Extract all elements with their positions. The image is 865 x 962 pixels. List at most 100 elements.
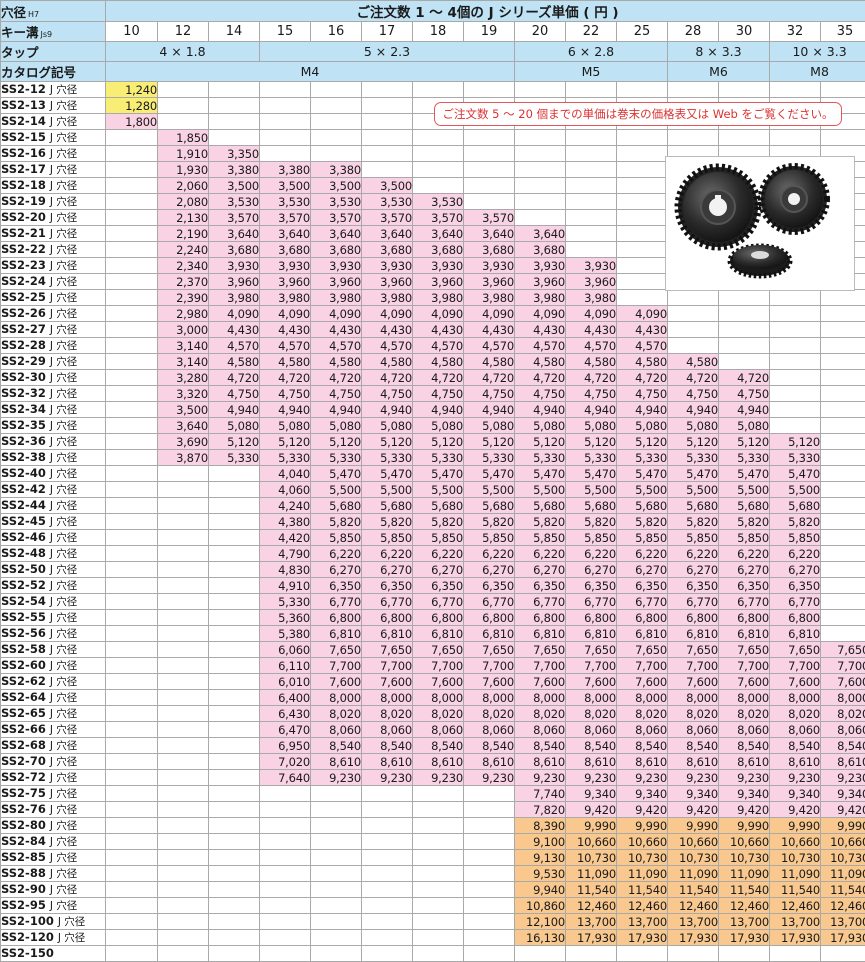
catalog-code-cell: SS2-19 J 穴径 bbox=[1, 194, 106, 210]
empty-cell bbox=[209, 642, 260, 658]
price-cell: 7,650 bbox=[770, 642, 821, 658]
empty-cell bbox=[464, 802, 515, 818]
catalog-suffix: J 穴径 bbox=[50, 372, 77, 384]
catalog-suffix: J 穴径 bbox=[50, 564, 77, 576]
catalog-code: SS2-16 bbox=[1, 146, 46, 160]
price-cell: 5,330 bbox=[515, 450, 566, 466]
price-cell: 6,770 bbox=[362, 594, 413, 610]
price-cell: 8,000 bbox=[566, 690, 617, 706]
price-cell: 7,700 bbox=[362, 658, 413, 674]
price-cell: 4,940 bbox=[311, 402, 362, 418]
empty-cell bbox=[311, 914, 362, 930]
empty-cell bbox=[566, 146, 617, 162]
empty-cell bbox=[106, 290, 158, 306]
tap-size-header: M4 bbox=[106, 62, 515, 82]
catalog-code: SS2-21 bbox=[1, 226, 46, 240]
price-cell: 3,570 bbox=[362, 210, 413, 226]
price-cell: 11,540 bbox=[719, 882, 770, 898]
table-row: SS2-45 J 穴径4,3805,8205,8205,8205,8205,82… bbox=[1, 514, 865, 530]
catalog-code-cell: SS2-55 J 穴径 bbox=[1, 610, 106, 626]
price-cell: 10,660 bbox=[770, 834, 821, 850]
catalog-suffix: J 穴径 bbox=[50, 644, 77, 656]
price-cell: 4,940 bbox=[260, 402, 311, 418]
empty-cell bbox=[362, 898, 413, 914]
price-cell: 11,540 bbox=[821, 882, 865, 898]
catalog-code-cell: SS2-54 J 穴径 bbox=[1, 594, 106, 610]
empty-cell bbox=[106, 306, 158, 322]
empty-cell bbox=[158, 610, 209, 626]
price-cell: 3,980 bbox=[260, 290, 311, 306]
price-cell: 7,700 bbox=[821, 658, 865, 674]
price-cell: 3,980 bbox=[413, 290, 464, 306]
empty-cell bbox=[209, 482, 260, 498]
empty-cell bbox=[209, 946, 260, 962]
empty-cell bbox=[209, 914, 260, 930]
bore-label-cell: 穴径H7 bbox=[1, 1, 106, 22]
empty-cell bbox=[260, 882, 311, 898]
price-cell: 8,540 bbox=[311, 738, 362, 754]
price-cell: 7,700 bbox=[464, 658, 515, 674]
empty-cell bbox=[464, 130, 515, 146]
catalog-suffix: J 穴径 bbox=[50, 244, 77, 256]
empty-cell bbox=[158, 98, 209, 114]
price-cell: 5,820 bbox=[617, 514, 668, 530]
price-cell: 6,060 bbox=[260, 642, 311, 658]
price-cell: 2,190 bbox=[158, 226, 209, 242]
empty-cell bbox=[158, 866, 209, 882]
empty-cell bbox=[106, 642, 158, 658]
table-row: SS2-55 J 穴径5,3606,8006,8006,8006,8006,80… bbox=[1, 610, 865, 626]
table-row: SS2-32 J 穴径3,3204,7504,7504,7504,7504,75… bbox=[1, 386, 865, 402]
empty-cell bbox=[668, 946, 719, 962]
price-cell: 4,750 bbox=[209, 386, 260, 402]
price-cell: 5,500 bbox=[464, 482, 515, 498]
table-row: SS2-15 J 穴径1,850 bbox=[1, 130, 865, 146]
catalog-suffix: J 穴径 bbox=[50, 196, 77, 208]
price-cell: 4,750 bbox=[719, 386, 770, 402]
price-cell: 6,800 bbox=[617, 610, 668, 626]
catalog-code: SS2-40 bbox=[1, 466, 46, 480]
price-cell: 3,570 bbox=[311, 210, 362, 226]
empty-cell bbox=[821, 322, 865, 338]
price-cell: 6,770 bbox=[311, 594, 362, 610]
empty-cell bbox=[668, 306, 719, 322]
price-cell: 7,650 bbox=[413, 642, 464, 658]
empty-cell bbox=[106, 786, 158, 802]
empty-cell bbox=[209, 722, 260, 738]
table-row: SS2-75 J 穴径7,7409,3409,3409,3409,3409,34… bbox=[1, 786, 865, 802]
table-row: SS2-28 J 穴径3,1404,5704,5704,5704,5704,57… bbox=[1, 338, 865, 354]
catalog-suffix: J 穴径 bbox=[58, 932, 85, 944]
price-cell: 5,380 bbox=[260, 626, 311, 642]
price-cell: 4,720 bbox=[464, 370, 515, 386]
empty-cell bbox=[821, 514, 865, 530]
empty-cell bbox=[617, 146, 668, 162]
price-cell: 6,800 bbox=[770, 610, 821, 626]
empty-cell bbox=[719, 354, 770, 370]
price-cell: 3,500 bbox=[158, 402, 209, 418]
catalog-suffix: J 穴径 bbox=[50, 260, 77, 272]
empty-cell bbox=[209, 82, 260, 98]
price-cell: 5,120 bbox=[668, 434, 719, 450]
empty-cell bbox=[158, 530, 209, 546]
price-cell: 4,790 bbox=[260, 546, 311, 562]
empty-cell bbox=[209, 610, 260, 626]
price-cell: 8,000 bbox=[413, 690, 464, 706]
catalog-suffix: J 穴径 bbox=[50, 884, 77, 896]
catalog-suffix: J 穴径 bbox=[50, 84, 77, 96]
price-cell: 5,500 bbox=[719, 482, 770, 498]
table-row: SS2-64 J 穴径6,4008,0008,0008,0008,0008,00… bbox=[1, 690, 865, 706]
price-cell: 3,930 bbox=[362, 258, 413, 274]
price-cell: 4,570 bbox=[413, 338, 464, 354]
price-cell: 10,730 bbox=[770, 850, 821, 866]
price-cell: 6,110 bbox=[260, 658, 311, 674]
price-cell: 8,610 bbox=[311, 754, 362, 770]
empty-cell bbox=[106, 146, 158, 162]
price-cell: 13,700 bbox=[821, 914, 865, 930]
small-gear-icon bbox=[730, 245, 790, 276]
price-cell: 3,960 bbox=[413, 274, 464, 290]
empty-cell bbox=[413, 898, 464, 914]
price-cell: 8,020 bbox=[566, 706, 617, 722]
catalog-code-cell: SS2-80 J 穴径 bbox=[1, 818, 106, 834]
catalog-suffix: J 穴径 bbox=[50, 820, 77, 832]
price-cell: 7,600 bbox=[515, 674, 566, 690]
empty-cell bbox=[106, 578, 158, 594]
